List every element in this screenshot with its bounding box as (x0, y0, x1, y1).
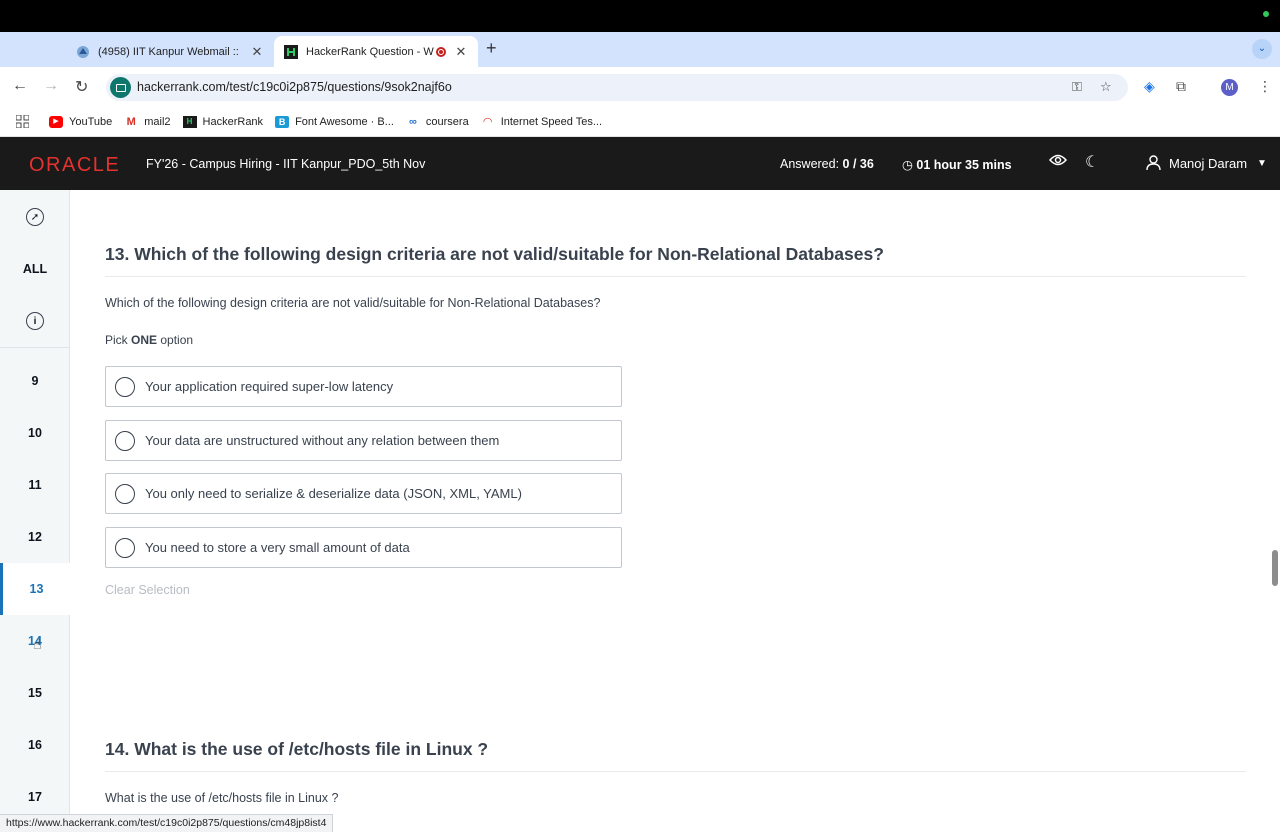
star-icon[interactable]: ☆ (1100, 79, 1112, 95)
recording-icon (436, 46, 446, 57)
question-13-title: 13. Which of the following design criter… (105, 244, 884, 264)
sidebar-divider (0, 347, 70, 348)
hand-cursor-icon: ☝ (33, 636, 42, 652)
test-name: FY'26 - Campus Hiring - IIT Kanpur_PDO_5… (146, 157, 426, 171)
close-icon[interactable]: ✕ (250, 44, 264, 60)
bookmark-speedtest[interactable]: ◠ Internet Speed Tes... (481, 116, 602, 128)
pick-instruction: Pick ONE option (105, 333, 194, 347)
tab-search-chevron-icon[interactable]: ⌄ (1252, 39, 1272, 59)
clock-icon: ◷ (902, 158, 913, 172)
gmail-icon: M (126, 115, 136, 128)
option-3[interactable]: You only need to serialize & deserialize… (105, 473, 622, 514)
address-bar[interactable]: hackerrank.com/test/c19c0i2p875/question… (106, 74, 1128, 101)
caret-down-icon: ▼ (1257, 157, 1267, 169)
scrollbar-thumb[interactable] (1272, 550, 1278, 586)
eye-icon[interactable] (1048, 153, 1068, 172)
question-14-text: What is the use of /etc/hosts file in Li… (105, 791, 339, 805)
bookmark-fontawesome[interactable]: B Font Awesome · B... (275, 115, 394, 128)
speedtest-icon: ◠ (482, 115, 493, 128)
oracle-logo: ORACLE (29, 154, 121, 176)
sidebar-item-13[interactable]: 13 (0, 563, 70, 615)
profile-avatar[interactable]: M (1221, 79, 1238, 96)
link-status-bar: https://www.hackerrank.com/test/c19c0i2p… (0, 814, 334, 832)
radio-button[interactable] (115, 430, 135, 451)
compass-icon: ➚ (26, 208, 44, 226)
mac-menu-bar (0, 0, 1280, 32)
new-tab-button[interactable]: + (486, 38, 497, 59)
forward-arrow-icon[interactable]: → (43, 77, 59, 95)
test-header: ORACLE FY'26 - Campus Hiring - IIT Kanpu… (0, 137, 1280, 190)
key-icon[interactable]: ⚿ (1072, 79, 1082, 95)
back-arrow-icon[interactable]: ← (12, 77, 28, 95)
extension-blue-icon[interactable]: ◈ (1144, 78, 1155, 95)
bookmark-youtube[interactable]: ▶ YouTube (49, 115, 112, 128)
option-1[interactable]: Your application required super-low late… (105, 366, 622, 407)
puzzle-extensions-icon[interactable]: ⧉ (1176, 78, 1186, 95)
info-button[interactable]: i (0, 295, 70, 347)
radio-button[interactable] (115, 376, 135, 397)
divider (105, 771, 1246, 772)
youtube-icon: ▶ (49, 115, 63, 128)
moon-icon[interactable]: ☾ (1085, 152, 1099, 172)
close-icon[interactable]: ✕ (454, 44, 468, 60)
coursera-icon: ∞ (408, 115, 417, 128)
url-text: hackerrank.com/test/c19c0i2p875/question… (137, 80, 452, 94)
hackerrank-favicon-icon (284, 44, 298, 59)
fontawesome-icon: B (275, 115, 290, 128)
tab-hackerrank[interactable]: HackerRank Question - W ✕ (274, 36, 478, 67)
radio-button[interactable] (115, 537, 135, 558)
question-sidebar: ➚ ALL i 9 10 11 12 13 14 15 16 17 (0, 190, 70, 832)
bookmark-coursera[interactable]: ∞ coursera (406, 116, 469, 128)
hackerrank-icon: H (182, 115, 197, 128)
reload-icon[interactable]: ↻ (75, 77, 88, 97)
question-content: 13. Which of the following design criter… (71, 190, 1270, 832)
bookmark-mail2[interactable]: M mail2 (124, 115, 171, 128)
tab-webmail[interactable]: (4958) IIT Kanpur Webmail :: ✕ (66, 36, 274, 67)
sidebar-item-9[interactable]: 9 (0, 355, 70, 407)
divider (105, 276, 1246, 277)
radio-button[interactable] (115, 483, 135, 504)
tab-title: HackerRank Question - W (306, 45, 434, 58)
user-menu[interactable]: Manoj Daram ▼ (1146, 155, 1267, 171)
info-icon: i (26, 312, 44, 330)
bookmark-hackerrank[interactable]: H HackerRank (182, 115, 263, 128)
tab-strip: (4958) IIT Kanpur Webmail :: ✕ HackerRan… (0, 32, 1280, 67)
sidebar-item-11[interactable]: 11 (0, 459, 70, 511)
sidebar-item-15[interactable]: 15 (0, 667, 70, 719)
webmail-favicon-icon (77, 45, 89, 58)
sidebar-item-16[interactable]: 16 (0, 719, 70, 771)
site-info-icon[interactable] (110, 77, 131, 98)
question-14-title: 14. What is the use of /etc/hosts file i… (105, 739, 489, 759)
compass-button[interactable]: ➚ (0, 191, 70, 243)
timer: ◷ 01 hour 35 mins (902, 158, 1012, 172)
clear-selection-button[interactable]: Clear Selection (105, 583, 190, 597)
user-icon (1146, 155, 1161, 171)
bookmarks-bar: ▶ YouTube M mail2 H HackerRank B Font Aw… (0, 107, 1280, 137)
option-4[interactable]: You need to store a very small amount of… (105, 527, 622, 568)
camera-indicator-icon (1263, 11, 1269, 17)
browser-toolbar: ← → ↻ hackerrank.com/test/c19c0i2p875/qu… (0, 67, 1280, 107)
sidebar-item-12[interactable]: 12 (0, 511, 70, 563)
sidebar-item-10[interactable]: 10 (0, 407, 70, 459)
question-13-text: Which of the following design criteria a… (105, 296, 601, 310)
tab-title: (4958) IIT Kanpur Webmail :: (98, 45, 239, 58)
scrollbar-track[interactable] (1270, 190, 1280, 832)
kebab-menu-icon[interactable]: ⋮ (1258, 78, 1272, 95)
apps-grid-icon[interactable] (16, 115, 29, 128)
option-2[interactable]: Your data are unstructured without any r… (105, 420, 622, 461)
sidebar-item-all[interactable]: ALL (0, 243, 70, 295)
answered-counter: Answered: 0 / 36 (780, 157, 874, 171)
